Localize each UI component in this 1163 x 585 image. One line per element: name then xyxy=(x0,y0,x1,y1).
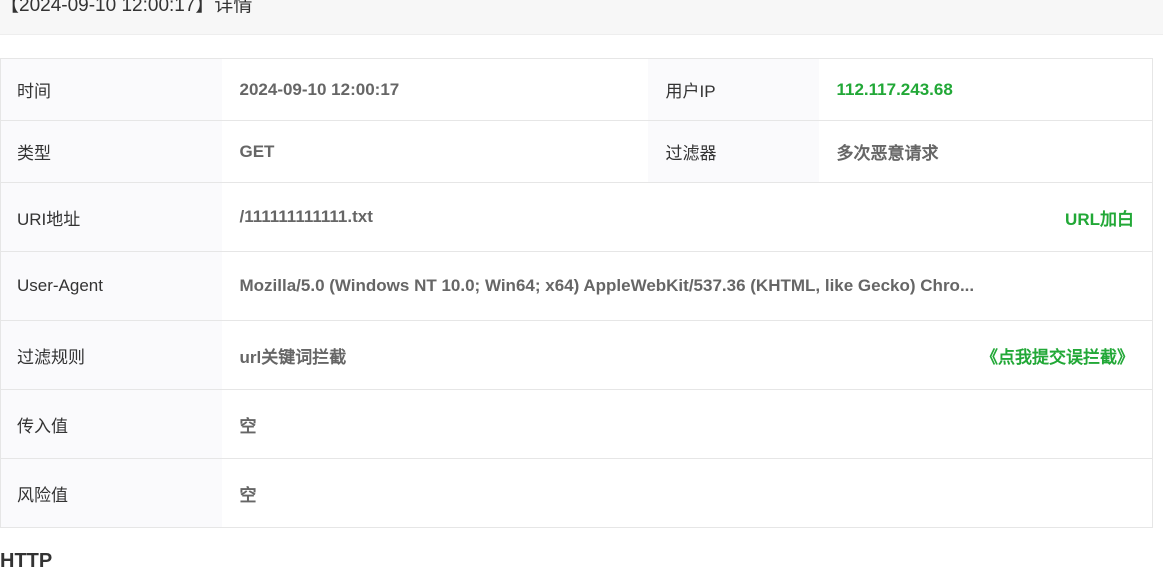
row-time: 时间 2024-09-10 12:00:17 用户IP 112.117.243.… xyxy=(0,58,1153,121)
filter-value: 多次恶意请求 xyxy=(818,120,1153,183)
row-user-agent: User-Agent Mozilla/5.0 (Windows NT 10.0;… xyxy=(0,251,1153,321)
rule-value-cell: url关键词拦截 《点我提交误拦截》 xyxy=(221,320,1153,390)
row-filter-rule: 过滤规则 url关键词拦截 《点我提交误拦截》 xyxy=(0,320,1153,390)
filter-label: 过滤器 xyxy=(647,120,819,183)
input-value: 空 xyxy=(221,389,1153,459)
detail-table: 时间 2024-09-10 12:00:17 用户IP 112.117.243.… xyxy=(0,58,1153,528)
row-input-value: 传入值 空 xyxy=(0,389,1153,459)
row-risk-value: 风险值 空 xyxy=(0,458,1153,528)
page-title: 【2024-09-10 12:00:17】详情 xyxy=(0,0,253,16)
row-uri: URI地址 /111111111111.txt URL加白 xyxy=(0,182,1153,252)
rule-value: url关键词拦截 xyxy=(239,347,347,367)
type-value: GET xyxy=(221,120,648,183)
input-label: 传入值 xyxy=(0,389,222,459)
ua-value: Mozilla/5.0 (Windows NT 10.0; Win64; x64… xyxy=(221,251,1153,321)
ip-label: 用户IP xyxy=(647,58,819,121)
url-whitelist-link[interactable]: URL加白 xyxy=(1065,205,1134,230)
rule-label: 过滤规则 xyxy=(0,320,222,390)
detail-header: 【2024-09-10 12:00:17】详情 xyxy=(0,0,1163,35)
ip-value: 112.117.243.68 xyxy=(818,58,1153,121)
risk-value: 空 xyxy=(221,458,1153,528)
type-label: 类型 xyxy=(0,120,222,183)
time-value: 2024-09-10 12:00:17 xyxy=(221,58,648,121)
log-detail-page: 【2024-09-10 12:00:17】详情 时间 2024-09-10 12… xyxy=(0,0,1163,585)
report-false-block-link[interactable]: 《点我提交误拦截》 xyxy=(981,343,1134,368)
uri-label: URI地址 xyxy=(0,182,222,252)
row-type: 类型 GET 过滤器 多次恶意请求 xyxy=(0,120,1153,183)
http-section-title: HTTP xyxy=(0,550,53,572)
risk-label: 风险值 xyxy=(0,458,222,528)
time-label: 时间 xyxy=(0,58,222,121)
uri-value: /111111111111.txt xyxy=(239,207,373,226)
uri-value-cell: /111111111111.txt URL加白 xyxy=(221,182,1153,252)
ua-label: User-Agent xyxy=(0,251,222,321)
